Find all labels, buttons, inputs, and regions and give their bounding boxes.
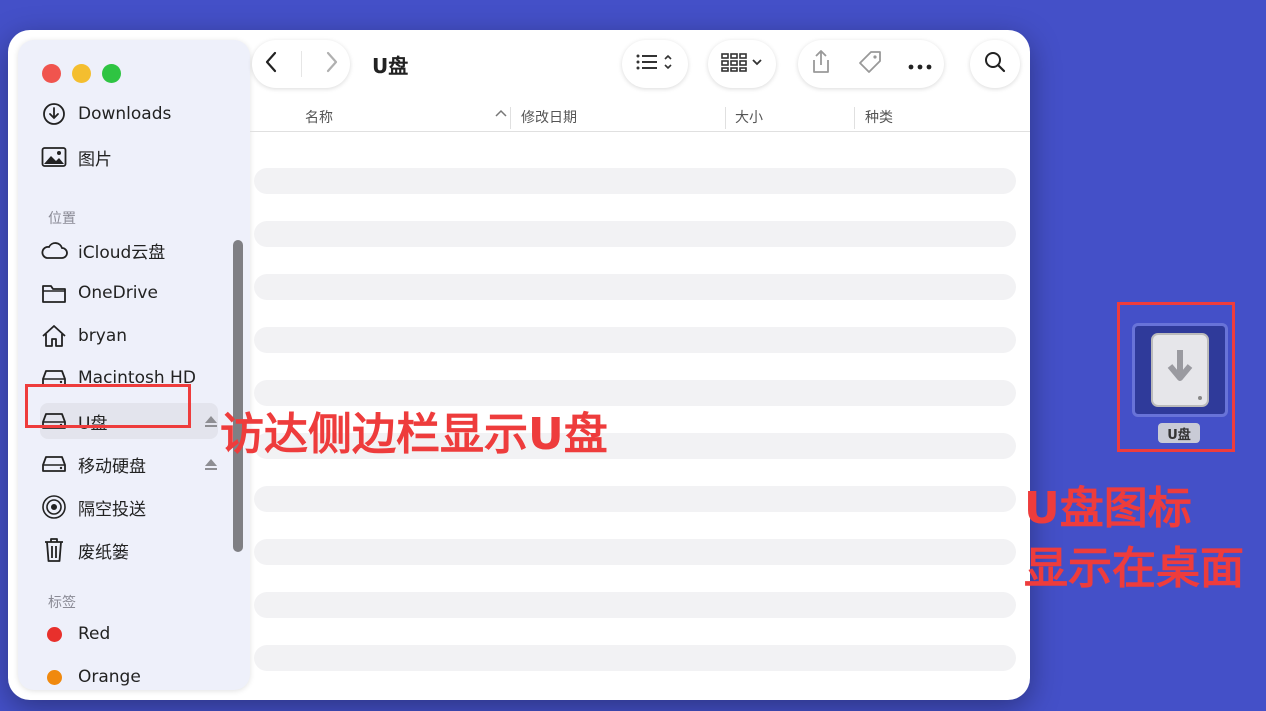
sidebar-tag-orange[interactable]: Orange	[40, 659, 218, 695]
desktop-highlight-box	[1117, 302, 1235, 452]
sidebar-item-label: 废纸篓	[78, 542, 129, 563]
column-name[interactable]: 名称	[305, 107, 333, 127]
share-icon[interactable]	[810, 49, 832, 79]
column-headers: 名称 修改日期 大小 种类	[250, 98, 1030, 132]
sidebar-item-pictures[interactable]: 图片	[40, 139, 218, 175]
folder-icon	[40, 279, 68, 307]
action-buttons	[798, 40, 944, 88]
eject-icon[interactable]	[204, 413, 218, 433]
sidebar-item-downloads[interactable]: Downloads	[40, 96, 218, 132]
sidebar-item-label: 隔空投送	[78, 499, 146, 520]
desktop-annotation-line1: U盘图标	[1024, 483, 1192, 534]
sidebar-item-label: 移动硬盘	[78, 456, 146, 477]
sidebar-scrollbar[interactable]	[233, 240, 243, 552]
list-row-stripe	[254, 221, 1016, 247]
sidebar-highlight-box	[25, 384, 191, 428]
finder-window: Downloads 图片 位置 iCloud云盘 OneDrive bryan …	[8, 30, 1030, 700]
trash-icon	[40, 536, 68, 564]
sort-ascending-icon[interactable]	[495, 108, 507, 118]
sidebar-item-label: Orange	[78, 667, 141, 687]
view-mode-button[interactable]	[622, 40, 688, 88]
ellipsis-icon[interactable]	[908, 55, 932, 74]
list-row-stripe	[254, 274, 1016, 300]
download-circle-icon	[40, 100, 68, 128]
chevron-left-icon[interactable]	[264, 51, 278, 77]
tag-icon[interactable]	[857, 49, 883, 79]
list-view-icon	[635, 52, 675, 76]
column-kind[interactable]: 种类	[865, 107, 893, 127]
navigation-buttons	[252, 40, 350, 88]
locations-header: 位置	[48, 211, 76, 227]
sidebar-item-label: Red	[78, 624, 111, 644]
cloud-icon	[40, 236, 68, 264]
list-row-stripe	[254, 486, 1016, 512]
search-icon	[984, 51, 1006, 77]
airdrop-icon	[40, 493, 68, 521]
sidebar: Downloads 图片 位置 iCloud云盘 OneDrive bryan …	[18, 40, 250, 690]
sidebar-item-home[interactable]: bryan	[40, 318, 218, 354]
sidebar-item-onedrive[interactable]: OneDrive	[40, 275, 218, 311]
sidebar-annotation: 访达侧边栏显示U盘	[220, 409, 608, 460]
toolbar: U盘	[250, 30, 1030, 96]
sidebar-item-trash[interactable]: 废纸篓	[40, 532, 218, 568]
sidebar-tag-red[interactable]: Red	[40, 616, 218, 652]
sidebar-item-label: Downloads	[78, 104, 172, 124]
window-title: U盘	[372, 54, 409, 78]
red-tag-dot-icon	[40, 620, 68, 648]
tags-header: 标签	[48, 595, 76, 611]
list-row-stripe	[254, 168, 1016, 194]
sidebar-item-label: iCloud云盘	[78, 242, 166, 263]
photo-icon	[40, 143, 68, 171]
sidebar-item-label: bryan	[78, 326, 128, 346]
list-row-stripe	[254, 327, 1016, 353]
group-button[interactable]	[708, 40, 776, 88]
list-row-stripe	[254, 539, 1016, 565]
sidebar-item-label: 图片	[78, 149, 112, 170]
list-row-stripe	[254, 592, 1016, 618]
desktop-annotation-line2: 显示在桌面	[1024, 543, 1244, 594]
minimize-button[interactable]	[72, 64, 91, 83]
sidebar-item-label: OneDrive	[78, 283, 158, 303]
home-icon	[40, 322, 68, 350]
sidebar-item-airdrop[interactable]: 隔空投送	[40, 489, 218, 525]
chevron-right-icon[interactable]	[325, 51, 339, 77]
eject-icon[interactable]	[204, 456, 218, 476]
window-controls	[42, 64, 121, 83]
column-size[interactable]: 大小	[735, 107, 763, 127]
grid-view-icon	[720, 51, 764, 77]
search-button[interactable]	[970, 40, 1020, 88]
close-button[interactable]	[42, 64, 61, 83]
column-modified[interactable]: 修改日期	[521, 107, 577, 127]
zoom-button[interactable]	[102, 64, 121, 83]
orange-tag-dot-icon	[40, 663, 68, 691]
sidebar-item-icloud[interactable]: iCloud云盘	[40, 232, 218, 268]
sidebar-item-external-drive[interactable]: 移动硬盘	[40, 446, 218, 482]
disk-icon	[40, 450, 68, 478]
list-row-stripe	[254, 645, 1016, 671]
